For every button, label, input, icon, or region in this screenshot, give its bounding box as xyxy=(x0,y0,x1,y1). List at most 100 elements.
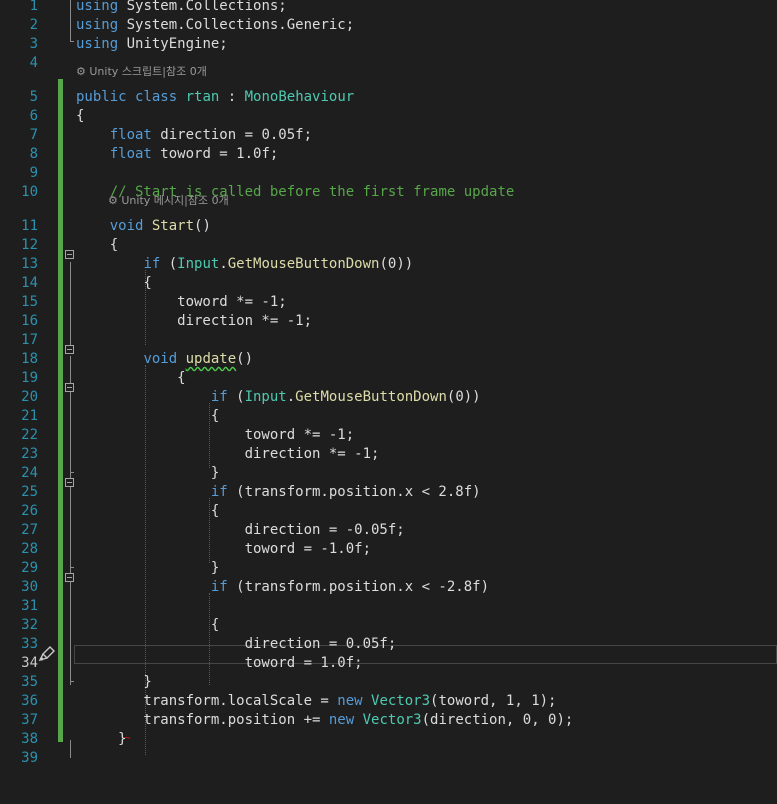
code-line[interactable]: 12 { xyxy=(0,236,777,255)
code-text[interactable]: { xyxy=(76,236,118,255)
code-line[interactable]: 9 xyxy=(0,164,777,183)
code-text[interactable]: if (transform.position.x < -2.8f) xyxy=(76,578,489,597)
code-line[interactable]: 7 float direction = 0.05f; xyxy=(0,126,777,145)
code-line[interactable]: 15 toword *= -1; xyxy=(0,293,777,312)
code-token: direction = 0.05f; xyxy=(76,636,397,652)
code-text[interactable]: if (transform.position.x < 2.8f) xyxy=(76,483,481,502)
line-number: 38 xyxy=(21,731,38,747)
code-line[interactable]: 10 // Start is called before the first f… xyxy=(0,183,777,202)
code-text[interactable]: transform.localScale = new Vector3(towor… xyxy=(76,692,556,711)
code-line[interactable]: 23 direction *= -1; xyxy=(0,445,777,464)
code-text[interactable]: direction = -0.05f; xyxy=(76,521,405,540)
code-line[interactable]: 4 xyxy=(0,54,777,73)
code-line[interactable]: 26 { xyxy=(0,502,777,521)
code-line[interactable]: 34 toword = 1.0f; xyxy=(0,654,777,673)
code-text[interactable]: direction *= -1; xyxy=(76,312,312,331)
code-line[interactable]: 20 if (Input.GetMouseButtonDown(0)) xyxy=(0,388,777,407)
code-editor[interactable]: ⚙ Unity 스크립트|참조 0개 ⚙ Unity 메시지|참조 0개 ~ 1… xyxy=(0,0,777,804)
code-text[interactable]: toword *= -1; xyxy=(76,293,287,312)
code-text[interactable]: // Start is called before the first fram… xyxy=(76,183,515,202)
code-token: () xyxy=(236,351,254,367)
code-token: Input xyxy=(177,256,220,272)
code-text[interactable]: { xyxy=(76,407,219,426)
code-token: toword *= -1; xyxy=(76,294,287,310)
line-number: 7 xyxy=(29,127,38,143)
code-token: toword = -1.0f; xyxy=(76,541,372,557)
code-text[interactable]: using System.Collections.Generic; xyxy=(76,16,354,35)
code-line[interactable]: 39 xyxy=(0,749,777,768)
code-text[interactable]: { xyxy=(76,502,219,521)
code-token: Vector3 xyxy=(371,693,431,709)
code-line[interactable]: 1 using System.Collections; xyxy=(0,0,777,16)
code-text[interactable]: { xyxy=(76,107,84,126)
code-text[interactable]: { xyxy=(76,616,219,635)
code-line[interactable]: 22 toword *= -1; xyxy=(0,426,777,445)
code-token: . xyxy=(286,389,296,405)
code-text[interactable]: { xyxy=(76,369,185,388)
line-number: 3 xyxy=(29,36,38,52)
code-line[interactable]: 36 transform.localScale = new Vector3(to… xyxy=(0,692,777,711)
code-text[interactable]: void Start() xyxy=(76,217,211,236)
code-text[interactable]: if (Input.GetMouseButtonDown(0)) xyxy=(76,255,413,274)
code-text[interactable]: using UnityEngine; xyxy=(76,35,228,54)
code-line[interactable]: 33 direction = 0.05f; xyxy=(0,635,777,654)
code-token: } xyxy=(76,465,220,481)
code-line[interactable]: 11 void Start() xyxy=(0,217,777,236)
code-line[interactable]: 17 xyxy=(0,331,777,350)
code-text[interactable]: } xyxy=(76,464,219,483)
code-line[interactable]: 35 } xyxy=(0,673,777,692)
code-line[interactable]: 14 { xyxy=(0,274,777,293)
code-line[interactable]: 8 float toword = 1.0f; xyxy=(0,145,777,164)
code-line[interactable]: 27 direction = -0.05f; xyxy=(0,521,777,540)
line-number: 5 xyxy=(29,89,38,105)
code-token: if xyxy=(210,484,228,500)
code-line[interactable]: 5 public class rtan : MonoBehaviour xyxy=(0,88,777,107)
line-number: 6 xyxy=(29,108,38,124)
code-line[interactable]: 29 } xyxy=(0,559,777,578)
code-text[interactable]: } xyxy=(76,559,219,578)
code-line[interactable]: 25 if (transform.position.x < 2.8f) xyxy=(0,483,777,502)
line-number: 14 xyxy=(21,275,38,291)
code-text[interactable]: using System.Collections; xyxy=(76,0,287,16)
code-text[interactable]: toword = -1.0f; xyxy=(76,540,371,559)
code-text[interactable]: toword *= -1; xyxy=(76,426,355,445)
code-text[interactable]: void update() xyxy=(76,350,253,369)
code-line[interactable]: 37 transform.position += new Vector3(dir… xyxy=(0,711,777,730)
code-line[interactable]: 31 xyxy=(0,597,777,616)
code-text[interactable]: float direction = 0.05f; xyxy=(76,126,312,145)
code-text[interactable]: } xyxy=(76,730,127,749)
code-line[interactable]: 18 void update() xyxy=(0,350,777,369)
code-text[interactable]: transform.position += new Vector3(direct… xyxy=(76,711,573,730)
code-line[interactable]: 2 using System.Collections.Generic; xyxy=(0,16,777,35)
line-number: 22 xyxy=(21,427,38,443)
code-token: Start xyxy=(151,218,195,234)
code-line[interactable]: 21 { xyxy=(0,407,777,426)
code-text[interactable]: public class rtan : MonoBehaviour xyxy=(76,88,354,107)
code-text[interactable]: float toword = 1.0f; xyxy=(76,145,279,164)
code-line[interactable]: 32 { xyxy=(0,616,777,635)
code-token: } xyxy=(76,731,127,747)
code-line[interactable]: 24 } xyxy=(0,464,777,483)
code-text[interactable]: direction *= -1; xyxy=(76,445,380,464)
code-text[interactable]: if (Input.GetMouseButtonDown(0)) xyxy=(76,388,481,407)
code-text[interactable]: } xyxy=(76,673,151,692)
code-line[interactable]: 6{ xyxy=(0,107,777,126)
code-text[interactable]: toword = 1.0f; xyxy=(76,654,363,673)
code-token: // Start is called before the first fram… xyxy=(109,184,515,200)
code-line[interactable]: 3 using UnityEngine; xyxy=(0,35,777,54)
code-line[interactable]: 19 { xyxy=(0,369,777,388)
code-line[interactable]: 16 direction *= -1; xyxy=(0,312,777,331)
code-token: float xyxy=(109,127,152,143)
code-text[interactable]: { xyxy=(76,274,151,293)
code-text[interactable]: direction = 0.05f; xyxy=(76,635,397,654)
code-line[interactable]: 38 } xyxy=(0,730,777,749)
code-line[interactable]: 13 if (Input.GetMouseButtonDown(0)) xyxy=(0,255,777,274)
code-line[interactable]: 28 toword = -1.0f; xyxy=(0,540,777,559)
line-number: 16 xyxy=(21,313,38,329)
code-line[interactable]: 30 if (transform.position.x < -2.8f) xyxy=(0,578,777,597)
